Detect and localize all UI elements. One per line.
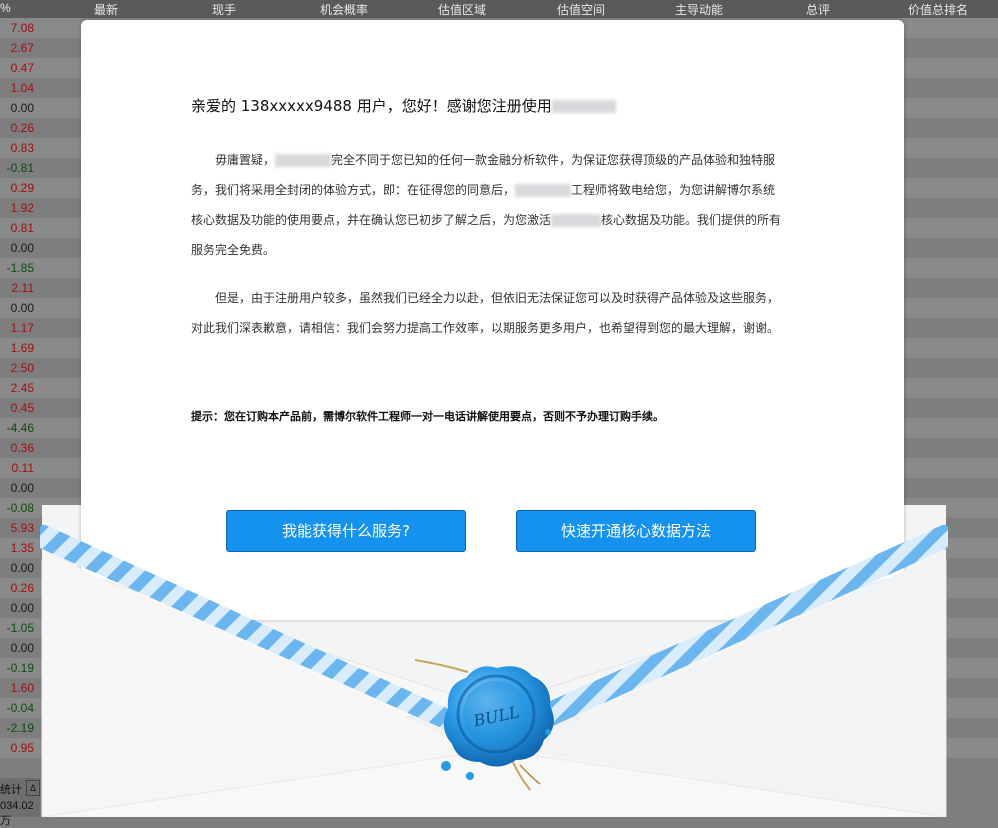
services-button[interactable]: 我能获得什么服务? — [226, 510, 466, 552]
column-header-valuation-zone[interactable]: 估值区域 — [438, 1, 486, 18]
tip-text: 提示：您在订购本产品前，需博尔软件工程师一对一电话讲解使用要点，否则不予办理订购… — [191, 410, 664, 423]
pct-change-cell: -1.85 — [6, 261, 34, 275]
blurred-product-name — [551, 100, 616, 113]
pct-change-cell: -2.19 — [6, 721, 34, 735]
pct-change-cell: 1.35 — [10, 541, 34, 555]
pct-change-cell: 0.36 — [10, 441, 34, 455]
pct-change-cell: 0.00 — [10, 241, 34, 255]
pct-change-cell: 1.69 — [10, 341, 34, 355]
blurred-product-name — [551, 214, 602, 227]
pct-change-cell: 2.67 — [10, 41, 34, 55]
pct-change-cell: 2.45 — [10, 381, 34, 395]
blurred-product-name — [515, 184, 572, 197]
pct-change-cell: -0.08 — [6, 501, 34, 515]
pct-change-cell: 1.92 — [10, 201, 34, 215]
pct-change-cell: 0.00 — [10, 641, 34, 655]
delta-icon[interactable]: Δ — [26, 780, 40, 796]
pct-change-cell: 1.04 — [10, 81, 34, 95]
quick-open-button[interactable]: 快速开通核心数据方法 — [516, 510, 756, 552]
pct-change-cell: -0.04 — [6, 701, 34, 715]
column-header-latest[interactable]: 最新 — [94, 1, 118, 18]
footer-value: 034.02万 — [0, 800, 34, 827]
paragraph-1-part-a: 毋庸置疑， — [215, 153, 276, 167]
table-footer: 统计 Δ 034.02万 — [0, 778, 40, 827]
pct-change-cell: 0.00 — [10, 561, 34, 575]
pct-change-cell: 0.29 — [10, 181, 34, 195]
pct-change-cell: 1.17 — [10, 321, 34, 335]
column-header-probability[interactable]: 机会概率 — [320, 1, 368, 18]
pct-change-cell: -0.19 — [6, 661, 34, 675]
greeting-text: 亲爱的 138xxxxx9488 用户，您好！感谢您注册使用 — [191, 97, 552, 115]
column-header-momentum[interactable]: 主导动能 — [675, 1, 723, 18]
column-header-pct[interactable]: % — [0, 1, 11, 15]
paragraph-1: 毋庸置疑， 完全不同于您已知的任何一款金融分析软件，为保证您获得顶级的产品体验和独… — [191, 145, 783, 265]
table-header: % 最新 现手 机会概率 估值区域 估值空间 主导动能 总评 价值总排名 — [0, 0, 998, 18]
pct-change-cell: 2.11 — [11, 281, 34, 295]
pct-change-cell: 2.50 — [10, 361, 34, 375]
pct-change-cell: 0.00 — [10, 101, 34, 115]
pct-change-cell: -0.81 — [6, 161, 34, 175]
pct-change-cell: 0.47 — [10, 61, 34, 75]
pct-change-cell: -4.46 — [6, 421, 34, 435]
paragraph-2: 但是，由于注册用户较多，虽然我们已经全力以赴，但依旧无法保证您可以及时获得产品体… — [191, 291, 780, 335]
column-header-volume[interactable]: 现手 — [212, 1, 236, 18]
footer-label: 统计 — [0, 784, 22, 796]
pct-change-cell: 0.00 — [10, 481, 34, 495]
column-header-rating[interactable]: 总评 — [806, 1, 830, 18]
pct-change-cell: 0.26 — [10, 121, 34, 135]
pct-change-cell: 0.95 — [10, 741, 34, 755]
pct-change-cell: 0.00 — [10, 601, 34, 615]
column-header-value-rank[interactable]: 价值总排名 — [908, 1, 968, 18]
pct-change-cell: 7.08 — [10, 21, 34, 35]
pct-change-cell: 0.83 — [10, 141, 34, 155]
pct-change-cell: -1.05 — [6, 621, 34, 635]
pct-change-cell: 0.45 — [10, 401, 34, 415]
letter-card: 亲爱的 138xxxxx9488 用户，您好！感谢您注册使用 毋庸置疑， 完全不同… — [81, 20, 904, 620]
pct-change-cell: 1.60 — [10, 681, 34, 695]
pct-change-cell: 0.81 — [10, 221, 34, 235]
greeting: 亲爱的 138xxxxx9488 用户，您好！感谢您注册使用 — [191, 95, 783, 116]
column-header-valuation-space[interactable]: 估值空间 — [557, 1, 605, 18]
pct-change-cell: 0.11 — [11, 461, 34, 475]
pct-change-cell: 0.00 — [10, 301, 34, 315]
pct-change-cell: 0.26 — [10, 581, 34, 595]
pct-change-cell: 5.93 — [10, 521, 34, 535]
blurred-product-name — [275, 154, 332, 167]
